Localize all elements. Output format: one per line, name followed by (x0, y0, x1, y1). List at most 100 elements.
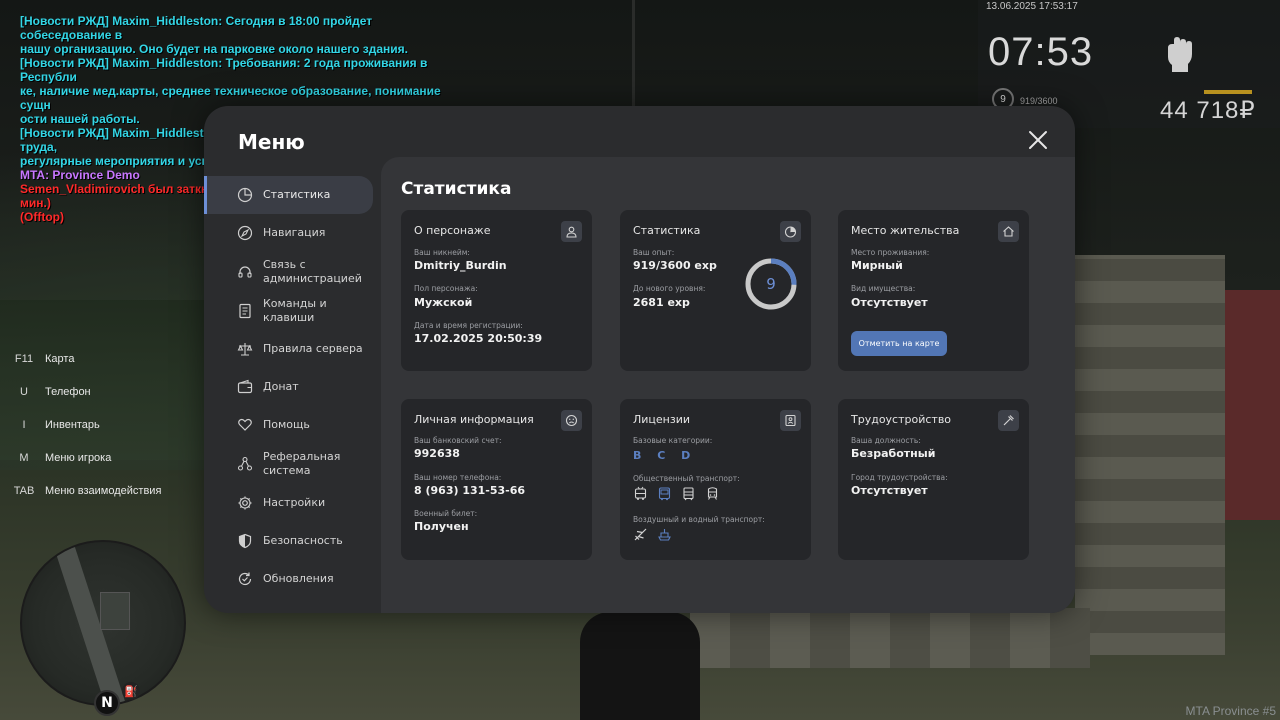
licenses-card: Лицензии Базовые категории: B C D Общест… (620, 399, 811, 560)
close-icon (1029, 131, 1047, 149)
military-id-value: Получен (414, 520, 469, 533)
server-watermark: MTA Province #5 (1185, 704, 1276, 718)
sidebar-item-label: Настройки (263, 496, 326, 509)
trolleybus-icon (633, 486, 648, 501)
hud-money-bar (1204, 90, 1252, 94)
field-label: Дата и время регистрации: (414, 321, 523, 330)
field-label: Военный билет: (414, 509, 478, 518)
sidebar-item-rules[interactable]: Правила сервера (204, 330, 379, 368)
document-list-icon (237, 303, 253, 319)
sidebar-item-donate[interactable]: Донат (204, 368, 379, 406)
keybind-label: Инвентарь (45, 419, 100, 431)
sidebar-item-label: Статистика (263, 188, 331, 201)
close-button[interactable] (1026, 128, 1050, 152)
bank-account-value: 992638 (414, 447, 460, 460)
card-title: Статистика (633, 224, 701, 237)
sidebar-item-admin-contact[interactable]: Связь с администрацией (204, 252, 379, 292)
sidebar-item-label: Навигация (263, 226, 326, 239)
keybind-key: TAB (13, 485, 35, 497)
sidebar-item-statistics[interactable]: Статистика (204, 176, 373, 214)
sidebar-item-settings[interactable]: Настройки (204, 484, 379, 522)
sidebar-item-label: Донат (263, 380, 299, 393)
keybind-key: M (19, 452, 29, 464)
mark-on-map-button[interactable]: Отметить на карте (851, 331, 947, 356)
sidebar-item-referral[interactable]: Реферальная система (204, 444, 379, 484)
minimap-building (100, 592, 130, 630)
field-label: Город трудоустройства: (851, 473, 948, 482)
chat-line: нашу организацию. Оно будет на парковке … (20, 42, 408, 56)
field-label: До нового уровня: (633, 284, 706, 293)
gender-value: Мужской (414, 296, 473, 309)
boat-icon (657, 527, 672, 542)
field-label: Ваша должность: (851, 436, 921, 445)
heart-hand-icon (237, 417, 253, 433)
sidebar-item-updates[interactable]: Обновления (204, 560, 379, 598)
field-label: Базовые категории: (633, 436, 713, 445)
gear-icon (237, 495, 253, 511)
registration-value: 17.02.2025 20:50:39 (414, 332, 543, 345)
chat-line: [Новости РЖД] Maxim_Hiddleston: Требован… (20, 56, 428, 84)
player-menu-panel: Меню Статистика Навигация Связь с админи… (204, 106, 1075, 613)
sidebar-item-label: Обновления (263, 572, 334, 585)
keybind-label: Карта (45, 353, 75, 365)
statistics-content: Статистика О персонаже Ваш никнейм: Dmit… (381, 157, 1075, 613)
low-wall-scenery (690, 608, 1090, 668)
home-icon (998, 221, 1019, 242)
personal-info-card: Личная информация Ваш банковский счет: 9… (401, 399, 592, 560)
keybind-label: Телефон (45, 386, 91, 398)
character-card: О персонаже Ваш никнейм: Dmitriy_Burdin … (401, 210, 592, 371)
red-building-scenery (1225, 290, 1280, 520)
sidebar-item-security[interactable]: Безопасность (204, 522, 379, 560)
hud-money: 44 718₽ (1160, 97, 1256, 124)
compass-icon (237, 225, 253, 241)
field-label: Пол персонажа: (414, 284, 478, 293)
sidebar-item-label: Помощь (263, 418, 310, 431)
sidebar-item-navigation[interactable]: Навигация (204, 214, 379, 252)
train-icon (705, 486, 720, 501)
field-label: Ваш банковский счет: (414, 436, 502, 445)
public-transport-licenses (633, 486, 720, 501)
property-value: Отсутствует (851, 296, 928, 309)
sidebar-item-label: Реферальная система (263, 450, 341, 477)
keybind-key: F11 (14, 353, 34, 365)
card-title: Личная информация (414, 413, 534, 426)
shield-icon (237, 533, 253, 549)
job-position-value: Безработный (851, 447, 936, 460)
fuel-station-icon: ⛽ (122, 682, 140, 700)
network-icon (237, 456, 253, 472)
page-title: Статистика (401, 179, 512, 199)
phone-value: 8 (963) 131-53-66 (414, 484, 526, 497)
field-label: Место проживания: (851, 248, 930, 257)
employment-card: Трудоустройство Ваша должность: Безработ… (838, 399, 1029, 560)
job-city-value: Отсутствует (851, 484, 928, 497)
player-character (580, 612, 700, 720)
trees-scenery (0, 300, 220, 460)
residence-value: Мирный (851, 259, 903, 272)
hammer-icon (998, 410, 1019, 431)
card-title: О персонаже (414, 224, 491, 237)
face-icon (561, 410, 582, 431)
compass-north-icon: N (94, 690, 120, 716)
keybind-key: U (20, 386, 28, 398)
hud-exp: 919/3600 (1020, 96, 1058, 106)
minimap (20, 540, 186, 706)
field-label: Ваш опыт: (633, 248, 675, 257)
field-label: Ваш никнейм: (414, 248, 470, 257)
keybind-key: I (22, 419, 26, 431)
bus-icon (657, 486, 672, 501)
field-label: Воздушный и водный транспорт: (633, 515, 765, 524)
airplane-icon (633, 527, 648, 542)
headset-icon (237, 264, 253, 280)
keybind-label: Меню взаимодействия (45, 485, 162, 497)
scales-icon (237, 341, 253, 357)
tram-icon (681, 486, 696, 501)
field-label: Ваш номер телефона: (414, 473, 502, 482)
pie-chart-icon (237, 187, 253, 203)
person-badge-icon (561, 221, 582, 242)
keybind-label: Меню игрока (45, 452, 112, 464)
sidebar-item-help[interactable]: Помощь (204, 406, 379, 444)
menu-sidebar: Статистика Навигация Связь с администрац… (204, 176, 379, 598)
card-title: Лицензии (633, 413, 691, 426)
sidebar-item-commands[interactable]: Команды и клавиши (204, 292, 379, 330)
brick-wall-scenery (1075, 255, 1225, 655)
